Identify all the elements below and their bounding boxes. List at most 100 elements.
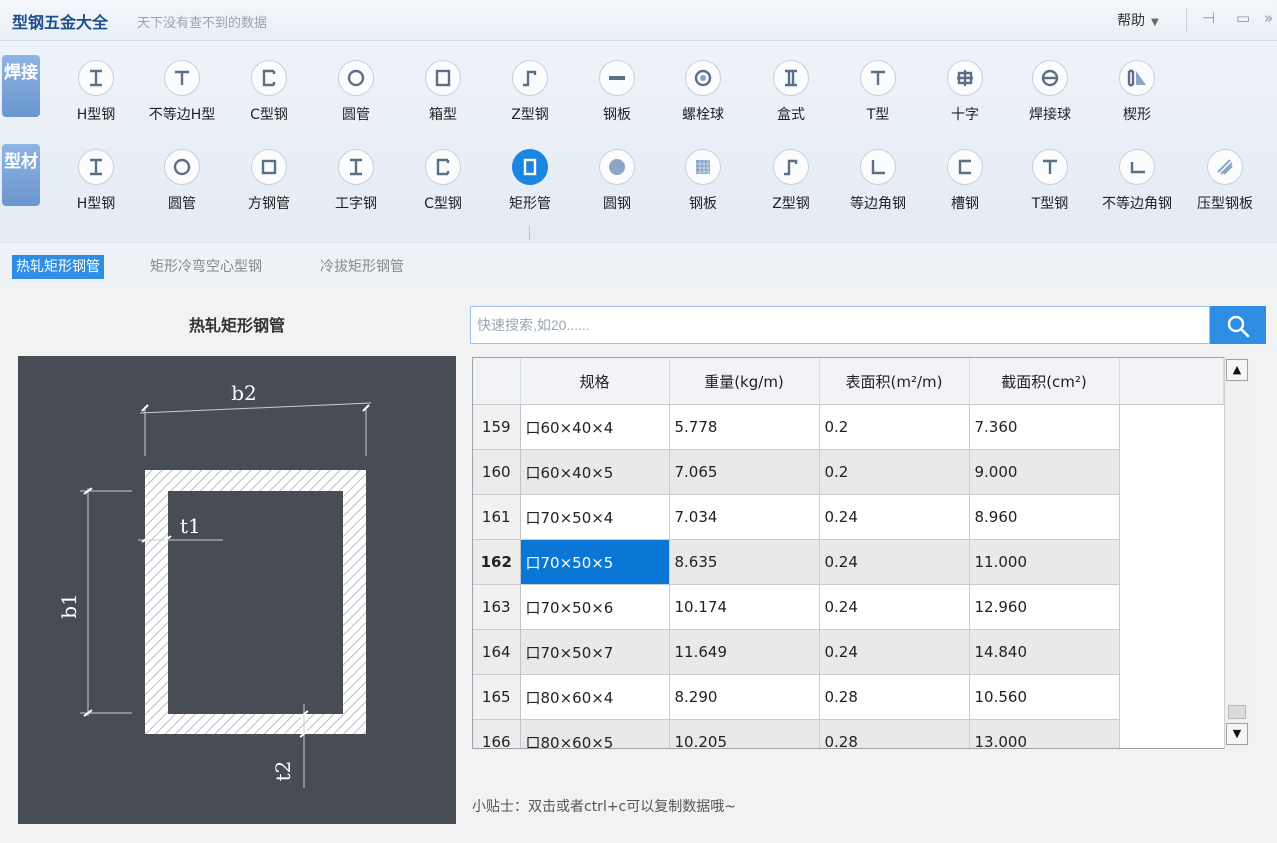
tool-wedge-button[interactable]: 楔形 — [1094, 58, 1180, 138]
i-beam-icon — [78, 149, 114, 185]
vertical-scrollbar[interactable]: ▲ ▼ — [1224, 357, 1250, 749]
cell-surface[interactable]: 0.24 — [819, 629, 970, 675]
cell-spec[interactable]: 口60×40×4 — [520, 404, 670, 450]
cell-spec[interactable]: 口70×50×4 — [520, 494, 670, 540]
tool-box-type-button[interactable]: 盒式 — [748, 58, 834, 138]
cell-weight[interactable]: 10.205 — [669, 719, 820, 748]
tool-i-beam-button[interactable]: H型钢 — [53, 58, 139, 138]
scroll-up-icon[interactable]: ▲ — [1226, 359, 1248, 381]
row-filler — [1119, 449, 1223, 495]
table-row[interactable]: 163 口70×50×6 10.174 0.24 12.960 — [473, 584, 1223, 630]
tool-label: 箱型 — [429, 107, 457, 123]
cell-area[interactable]: 13.000 — [969, 719, 1120, 748]
minimize-icon[interactable]: ▭ — [1236, 9, 1250, 27]
search-input[interactable] — [471, 307, 1219, 343]
tool-channel-button[interactable]: 槽钢 — [922, 147, 1008, 227]
cell-spec[interactable]: 口70×50×6 — [520, 584, 670, 630]
cell-weight[interactable]: 7.034 — [669, 494, 820, 540]
tool-round-pipe-button[interactable]: 圆管 — [313, 58, 399, 138]
column-header[interactable]: 重量(kg/m) — [669, 358, 820, 405]
tool-checker-plate-button[interactable]: 钢板 — [660, 147, 746, 227]
cell-weight[interactable]: 5.778 — [669, 404, 820, 450]
square-tube-icon — [251, 149, 287, 185]
tool-plate-button[interactable]: 钢板 — [574, 58, 660, 138]
tool-box-section-button[interactable]: 箱型 — [400, 58, 486, 138]
column-header[interactable]: 截面积(cm²) — [969, 358, 1120, 405]
tool-t-section-button[interactable]: T型钢 — [1007, 147, 1093, 227]
subtab-hot-rolled[interactable]: 热轧矩形钢管 — [12, 255, 104, 279]
cell-surface[interactable]: 0.28 — [819, 674, 970, 720]
cell-surface[interactable]: 0.24 — [819, 539, 970, 585]
scroll-thumb[interactable] — [1228, 705, 1246, 719]
cell-area[interactable]: 9.000 — [969, 449, 1120, 495]
tool-round-bar-button[interactable]: 圆钢 — [574, 147, 660, 227]
cell-area[interactable]: 7.360 — [969, 404, 1120, 450]
tool-cross-section-button[interactable]: 十字 — [922, 58, 1008, 138]
tool-c-channel-button[interactable]: C型钢 — [226, 58, 312, 138]
expand-icon[interactable]: » — [1264, 9, 1273, 27]
scroll-down-icon[interactable]: ▼ — [1226, 723, 1248, 745]
tool-t-section-button[interactable]: T型 — [835, 58, 921, 138]
table-row[interactable]: 164 口70×50×7 11.649 0.24 14.840 — [473, 629, 1223, 675]
table-row[interactable]: 161 口70×50×4 7.034 0.24 8.960 — [473, 494, 1223, 540]
tool-deck-sheet-button[interactable]: 压型钢板 — [1182, 147, 1268, 227]
column-header[interactable]: 表面积(m²/m) — [819, 358, 970, 405]
tool-label: 圆管 — [168, 196, 196, 212]
cell-area[interactable]: 10.560 — [969, 674, 1120, 720]
help-menu[interactable]: 帮助 ▼ — [1117, 10, 1159, 30]
cell-weight[interactable]: 7.065 — [669, 449, 820, 495]
app-subtitle: 天下没有查不到的数据 — [137, 16, 268, 31]
table-row[interactable]: 166 口80×60×5 10.205 0.28 13.000 — [473, 719, 1223, 748]
tool-equal-angle-button[interactable]: 等边角钢 — [835, 147, 921, 227]
tool-i-beam-button[interactable]: H型钢 — [53, 147, 139, 227]
row-number[interactable]: 161 — [473, 494, 521, 540]
cell-area[interactable]: 11.000 — [969, 539, 1120, 585]
search-button[interactable] — [1210, 306, 1266, 344]
cell-surface[interactable]: 0.24 — [819, 584, 970, 630]
table-row[interactable]: 165 口80×60×4 8.290 0.28 10.560 — [473, 674, 1223, 720]
cell-spec[interactable]: 口60×40×5 — [520, 449, 670, 495]
cell-spec[interactable]: 口70×50×7 — [520, 629, 670, 675]
profile-category-tag: 型材 — [2, 144, 40, 206]
subtab-cold-formed[interactable]: 矩形冷弯空心型钢 — [146, 255, 266, 279]
row-number[interactable]: 166 — [473, 719, 521, 748]
cell-weight[interactable]: 8.635 — [669, 539, 820, 585]
cell-surface[interactable]: 0.24 — [819, 494, 970, 540]
tool-z-section-button[interactable]: Z型钢 — [748, 147, 834, 227]
row-number[interactable]: 162 — [473, 539, 521, 585]
tool-unequal-angle-button[interactable]: 不等边角钢 — [1094, 147, 1180, 227]
subtab-cold-drawn[interactable]: 冷拔矩形钢管 — [316, 255, 408, 279]
tool-round-pipe-button[interactable]: 圆管 — [139, 147, 225, 227]
tool-square-tube-button[interactable]: 方钢管 — [226, 147, 312, 227]
cell-surface[interactable]: 0.2 — [819, 404, 970, 450]
tool-z-section-button[interactable]: Z型钢 — [487, 58, 573, 138]
row-number[interactable]: 165 — [473, 674, 521, 720]
cell-weight[interactable]: 10.174 — [669, 584, 820, 630]
tool-i-beam-button[interactable]: 工字钢 — [313, 147, 399, 227]
cell-area[interactable]: 14.840 — [969, 629, 1120, 675]
box-section-icon — [425, 60, 461, 96]
cell-weight[interactable]: 8.290 — [669, 674, 820, 720]
table-row[interactable]: 159 口60×40×4 5.778 0.2 7.360 — [473, 404, 1223, 450]
tool-t-section-button[interactable]: 不等边H型 — [139, 58, 225, 138]
cell-spec[interactable]: 口80×60×5 — [520, 719, 670, 748]
row-number[interactable]: 164 — [473, 629, 521, 675]
row-number[interactable]: 159 — [473, 404, 521, 450]
cell-area[interactable]: 8.960 — [969, 494, 1120, 540]
column-header[interactable]: 规格 — [520, 358, 670, 405]
tool-bolt-ball-button[interactable]: 螺栓球 — [660, 58, 746, 138]
table-row[interactable]: 162 口70×50×5 8.635 0.24 11.000 — [473, 539, 1223, 585]
table-row[interactable]: 160 口60×40×5 7.065 0.2 9.000 — [473, 449, 1223, 495]
cell-area[interactable]: 12.960 — [969, 584, 1120, 630]
cell-surface[interactable]: 0.2 — [819, 449, 970, 495]
cell-spec[interactable]: 口80×60×4 — [520, 674, 670, 720]
tool-c-channel-button[interactable]: C型钢 — [400, 147, 486, 227]
row-number[interactable]: 160 — [473, 449, 521, 495]
tool-weld-ball-button[interactable]: 焊接球 — [1007, 58, 1093, 138]
pin-icon[interactable]: ⊣ — [1202, 9, 1215, 27]
cell-weight[interactable]: 11.649 — [669, 629, 820, 675]
cell-spec[interactable]: 口70×50×5 — [520, 539, 670, 585]
row-number[interactable]: 163 — [473, 584, 521, 630]
tool-rect-tube-button[interactable]: 矩形管 — [487, 147, 573, 227]
cell-surface[interactable]: 0.28 — [819, 719, 970, 748]
